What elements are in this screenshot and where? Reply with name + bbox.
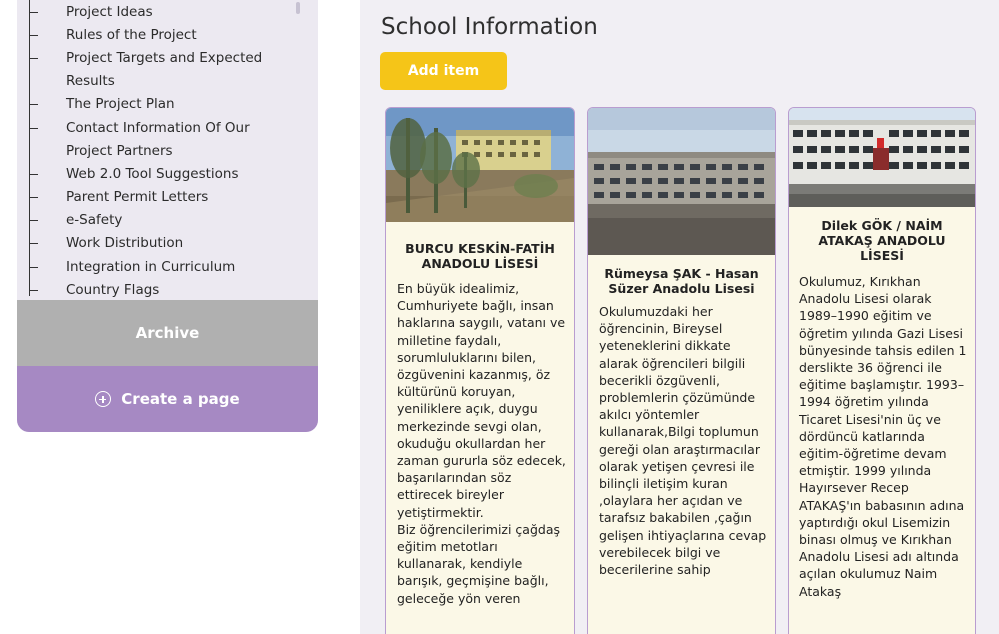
school-photo <box>386 108 574 222</box>
tree-branch <box>29 243 38 244</box>
tree-branch <box>29 197 38 198</box>
tree-branch <box>29 58 38 59</box>
tree-branch <box>29 220 38 221</box>
card-description-text: Okulumuzdaki her öğrencinin, Bireysel ye… <box>599 304 767 578</box>
sidebar-item-label: Web 2.0 Tool Suggestions <box>66 166 239 182</box>
tree-branch <box>29 128 38 129</box>
tree-branch <box>29 12 38 13</box>
plus-circle-icon <box>95 391 112 407</box>
add-item-label: Add item <box>407 63 480 79</box>
sidebar-item-label: Rules of the Project <box>66 27 197 43</box>
card-title: Rümeysa ŞAK - Hasan Süzer Anadolu Lisesi <box>604 266 759 296</box>
sidebar-scrollbar[interactable] <box>296 2 300 14</box>
card-description-text: Okulumuz, Kırıkhan Anadolu Lisesi olarak… <box>799 274 967 599</box>
sidebar-item-label: Contact Information Of Our <box>66 120 250 136</box>
tree-branch <box>29 174 38 175</box>
tree-branch <box>29 290 38 291</box>
sidebar-item-label: Work Distribution <box>66 235 184 251</box>
sidebar-item-label: Project Targets and Expected <box>66 50 263 66</box>
sidebar-item-label: Country Flags <box>66 282 160 298</box>
tree-branch <box>29 35 38 36</box>
sidebar: Project Ideas Rules of the Project Proje… <box>17 0 318 432</box>
school-card[interactable]: Dilek GÖK / NAİM ATAKAŞ ANADOLU LİSESİ O… <box>788 107 976 634</box>
page-title: School Information <box>381 14 598 40</box>
school-photo <box>588 108 775 255</box>
sidebar-nav: Project Ideas Rules of the Project Proje… <box>17 0 318 300</box>
card-title: BURCU KESKİN-FATİH ANADOLU LİSESİ <box>405 241 555 271</box>
sidebar-item-label: Integration in Curriculum <box>66 259 236 275</box>
sidebar-item-label: Project Partners <box>66 143 173 159</box>
add-item-button[interactable]: Add item <box>380 52 507 90</box>
school-card[interactable]: BURCU KESKİN-FATİH ANADOLU LİSESİ En büy… <box>385 107 575 634</box>
tree-branch <box>29 104 38 105</box>
page: Project Ideas Rules of the Project Proje… <box>0 0 999 634</box>
archive-label: Archive <box>135 324 200 342</box>
create-page-label: Create a page <box>121 390 240 408</box>
sidebar-item-label: Parent Permit Letters <box>66 189 209 205</box>
card-description: En büyük idealimiz, Cumhuriyete bağlı, i… <box>397 280 569 607</box>
sidebar-item-label: Project Ideas <box>66 4 153 20</box>
card-description: Okulumuz, Kırıkhan Anadolu Lisesi olarak… <box>799 273 971 600</box>
sidebar-item-label: Results <box>66 73 115 89</box>
card-description-text: En büyük idealimiz, Cumhuriyete bağlı, i… <box>397 281 566 606</box>
tree-branch <box>29 267 38 268</box>
card-description: Okulumuzdaki her öğrencinin, Bireysel ye… <box>599 303 771 578</box>
nav-tree-line <box>29 0 30 296</box>
school-card[interactable]: Rümeysa ŞAK - Hasan Süzer Anadolu Lisesi… <box>587 107 776 634</box>
archive-button[interactable]: Archive <box>17 300 318 366</box>
card-title: Dilek GÖK / NAİM ATAKAŞ ANADOLU LİSESİ <box>818 218 946 263</box>
sidebar-item-label: e-Safety <box>66 212 123 228</box>
sidebar-item-label: The Project Plan <box>66 96 175 112</box>
school-photo <box>789 108 975 207</box>
create-page-button[interactable]: Create a page <box>17 366 318 432</box>
